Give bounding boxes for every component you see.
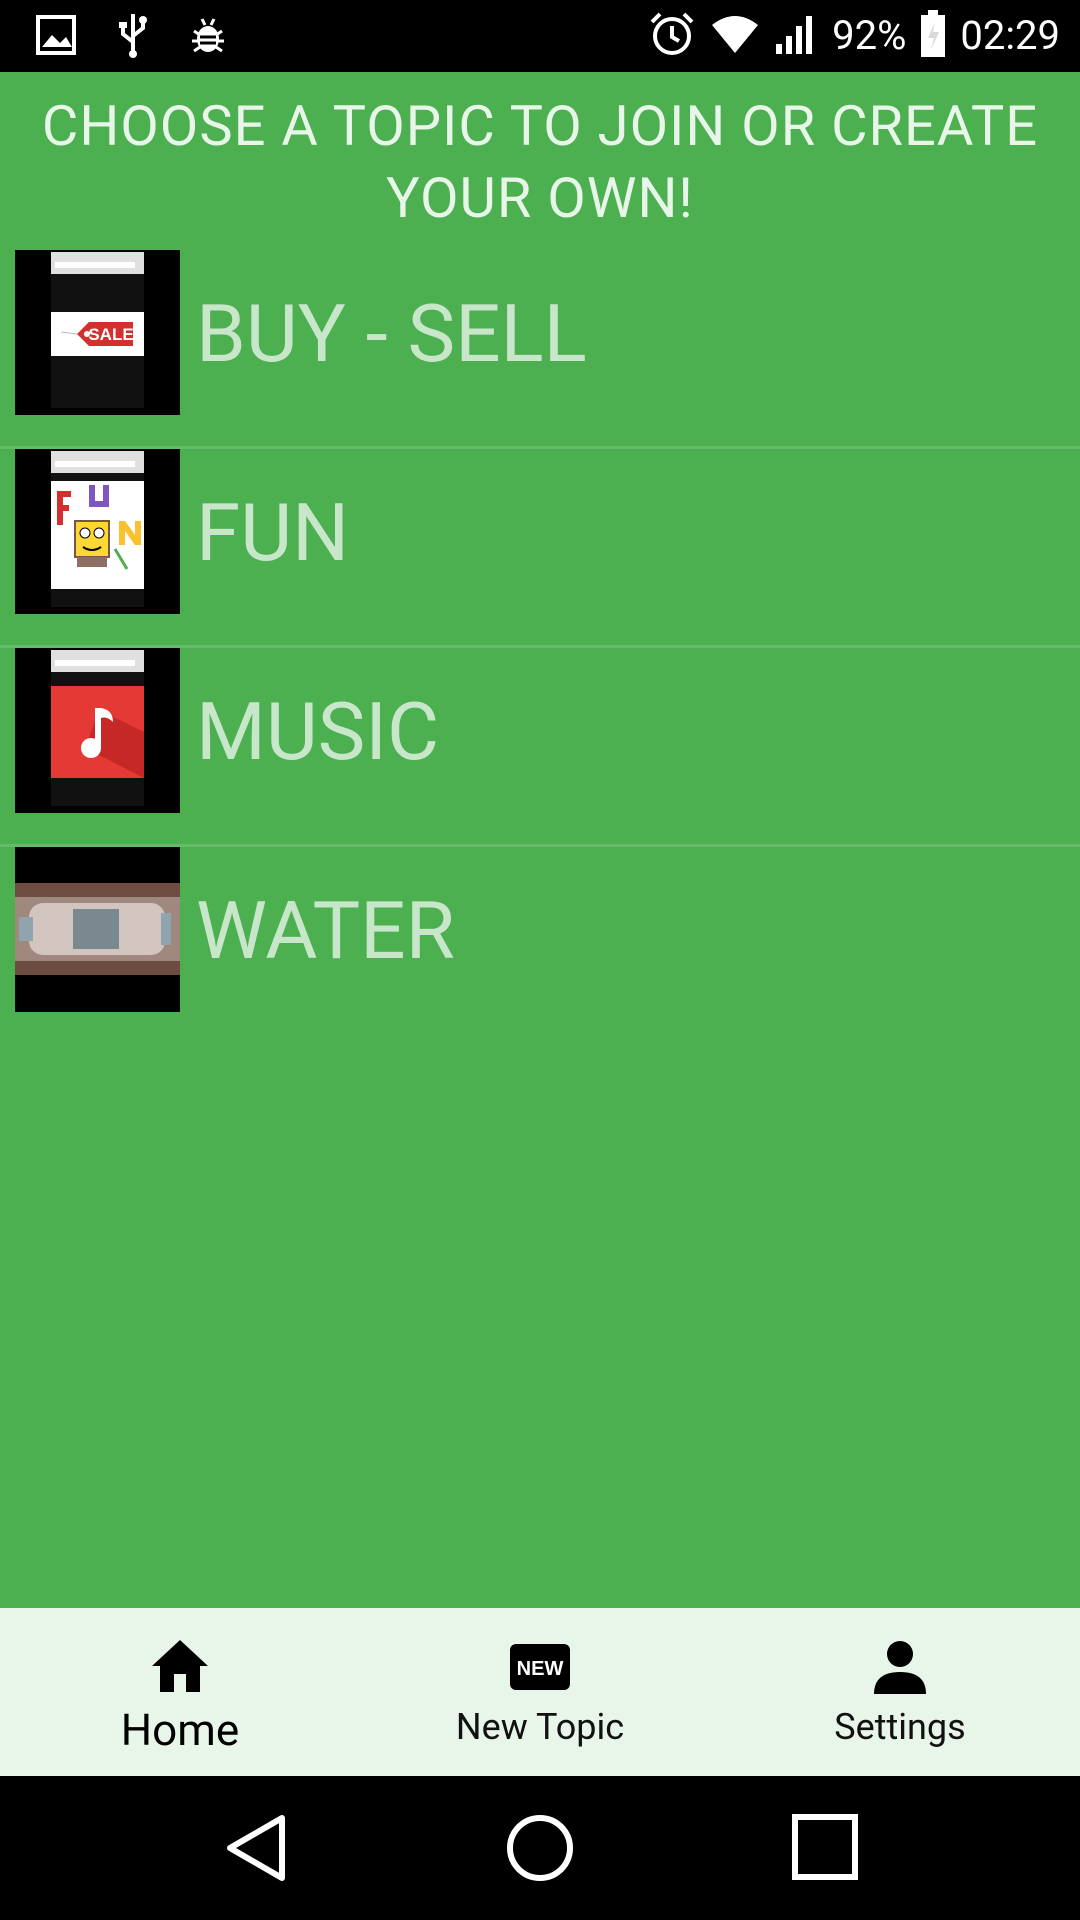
alarm-icon: [648, 10, 696, 62]
battery-icon: [920, 10, 946, 62]
main-content: CHOOSE A TOPIC TO JOIN OR CREATE YOUR OW…: [0, 72, 1080, 1608]
gallery-icon: [36, 15, 76, 59]
back-icon[interactable]: [222, 1812, 290, 1884]
usb-icon: [118, 12, 148, 62]
sale-tag-thumbnail: SALE: [15, 250, 180, 415]
topic-item-music[interactable]: MUSIC: [0, 648, 1080, 847]
nav-home-label: Home: [120, 1704, 240, 1756]
topic-label: FUN: [196, 486, 350, 580]
page-title: CHOOSE A TOPIC TO JOIN OR CREATE YOUR OW…: [41, 93, 1039, 231]
topic-label: MUSIC: [196, 685, 440, 779]
system-navigation-bar: [0, 1776, 1080, 1920]
music-note-thumbnail: [15, 648, 180, 813]
status-left-icons: [36, 12, 226, 62]
bottom-navigation: Home NEW New Topic Settings: [0, 1608, 1080, 1776]
topic-label: WATER: [196, 884, 455, 978]
signal-icon: [774, 12, 818, 60]
wifi-icon: [710, 13, 760, 59]
topic-item-buy-sell[interactable]: SALE BUY - SELL: [0, 250, 1080, 449]
bug-icon: [190, 15, 226, 59]
nav-home[interactable]: Home: [0, 1608, 360, 1776]
nav-new-topic[interactable]: NEW New Topic: [360, 1608, 720, 1776]
nav-settings-label: Settings: [834, 1706, 966, 1748]
topic-list: SALE BUY - SELL FUN MUSIC WATER: [0, 250, 1080, 1043]
new-badge-icon: NEW: [508, 1634, 572, 1698]
home-circle-icon[interactable]: [504, 1812, 576, 1884]
person-icon: [868, 1634, 932, 1698]
sale-tag-text: SALE: [88, 325, 133, 344]
home-icon: [148, 1634, 212, 1698]
recents-icon[interactable]: [790, 1812, 860, 1882]
new-badge-text: NEW: [517, 1658, 564, 1680]
nav-new-topic-label: New Topic: [455, 1706, 625, 1748]
battery-percent: 92%: [832, 12, 907, 59]
topic-item-fun[interactable]: FUN: [0, 449, 1080, 648]
topic-item-water[interactable]: WATER: [0, 847, 1080, 1043]
water-bottle-thumbnail: [15, 847, 180, 1012]
fun-cartoon-thumbnail: [15, 449, 180, 614]
status-bar: 92% 02:29: [0, 0, 1080, 72]
status-right-icons: 92% 02:29: [648, 8, 1060, 64]
nav-settings[interactable]: Settings: [720, 1608, 1080, 1776]
clock: 02:29: [960, 12, 1060, 59]
topic-label: BUY - SELL: [196, 287, 587, 381]
